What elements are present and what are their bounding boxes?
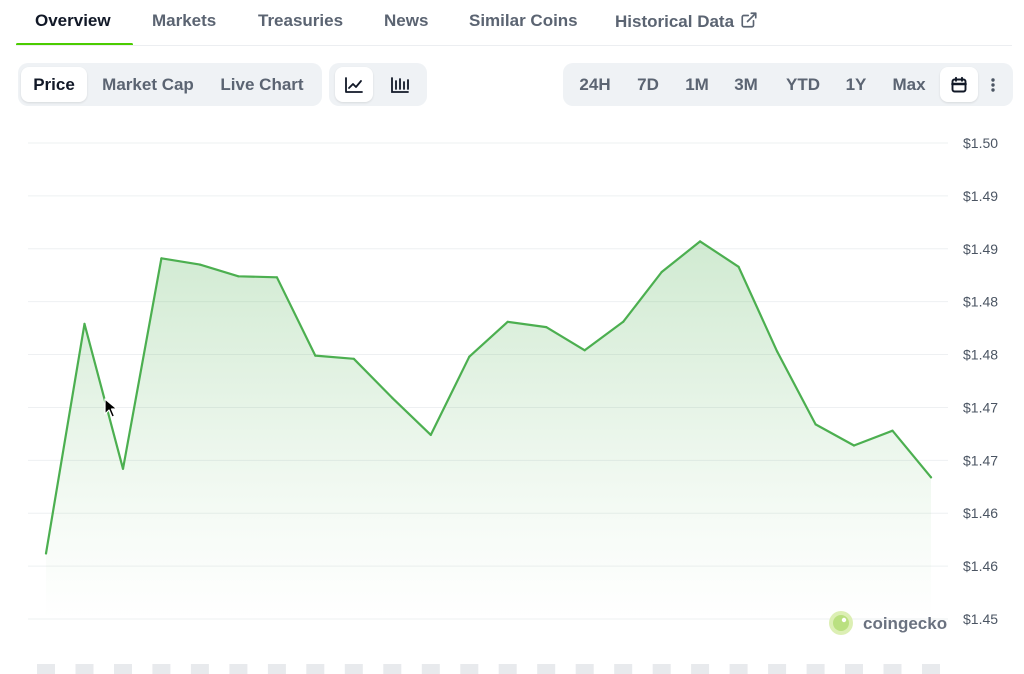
volume-bar <box>768 664 787 674</box>
volume-bar <box>460 664 479 674</box>
price-point <box>506 320 509 323</box>
tab-similar-coins[interactable]: Similar Coins <box>469 11 578 31</box>
volume-bar <box>614 664 633 674</box>
line-chart-icon <box>345 76 363 93</box>
price-point <box>622 320 625 323</box>
volume-bar <box>421 664 440 674</box>
price-point <box>429 433 432 436</box>
volume-bar <box>152 664 171 674</box>
price-point <box>275 276 278 279</box>
volume-bar <box>729 664 748 674</box>
price-point <box>891 429 894 432</box>
volume-bar <box>75 664 94 674</box>
range-1y-button[interactable]: 1Y <box>838 67 874 102</box>
price-mode-button[interactable]: Price <box>21 67 87 102</box>
y-tick-label: $1.49 <box>963 241 998 257</box>
y-tick-label: $1.46 <box>963 558 998 574</box>
volume-bar <box>498 664 517 674</box>
y-tick-label: $1.48 <box>963 294 998 310</box>
volume-bar <box>883 664 902 674</box>
price-area-fill <box>46 241 931 619</box>
range-24h-button[interactable]: 24H <box>569 67 621 102</box>
y-tick-label: $1.50 <box>963 135 998 151</box>
price-point <box>44 552 48 555</box>
date-range-button[interactable] <box>940 67 978 102</box>
candlestick-chart-button[interactable] <box>381 67 419 102</box>
volume-bars <box>37 664 940 674</box>
price-point <box>468 355 471 358</box>
price-point <box>776 350 779 353</box>
volume-bar <box>306 664 325 674</box>
price-point <box>852 444 856 447</box>
price-point <box>660 270 663 274</box>
y-axis-labels: $1.50 $1.49 $1.49 $1.48 $1.48 $1.47 $1.47 $1.46… <box>963 135 998 627</box>
volume-bar <box>114 664 132 674</box>
volume-bar <box>845 664 863 674</box>
volume-bar <box>267 664 286 674</box>
price-point <box>314 354 317 357</box>
volume-bar <box>806 664 825 674</box>
y-tick-label: $1.45 <box>963 611 998 627</box>
range-max-button[interactable]: Max <box>881 67 937 102</box>
y-tick-label: $1.46 <box>963 505 998 521</box>
chart-mode-toggle: Price Market Cap Live Chart <box>18 63 322 106</box>
volume-bar <box>383 664 402 674</box>
price-point <box>198 263 201 266</box>
tab-divider <box>16 45 1012 46</box>
tab-overview[interactable]: Overview <box>35 11 111 31</box>
price-point <box>583 349 586 352</box>
tab-news[interactable]: News <box>384 11 428 31</box>
y-tick-label: $1.49 <box>963 188 998 204</box>
candlestick-chart-icon <box>391 76 409 93</box>
price-point <box>121 467 125 470</box>
coingecko-logo-eye <box>841 617 847 623</box>
calendar-icon <box>951 76 967 92</box>
volume-bar <box>537 664 556 674</box>
coingecko-watermark: coingecko <box>829 611 947 635</box>
volume-bar <box>922 664 940 674</box>
y-tick-label: $1.48 <box>963 347 998 363</box>
price-point <box>814 423 817 426</box>
tab-markets[interactable]: Markets <box>152 11 216 31</box>
price-point <box>737 265 740 268</box>
tab-bar: Overview Markets Treasuries News Similar… <box>0 0 1024 46</box>
tab-historical-data-label: Historical Data <box>615 12 735 31</box>
volume-bar <box>691 664 710 674</box>
more-vertical-icon <box>991 77 995 92</box>
range-ytd-button[interactable]: YTD <box>776 67 830 102</box>
mouse-cursor-icon <box>104 398 118 418</box>
volume-bar <box>190 664 209 674</box>
price-point <box>391 396 394 399</box>
price-point <box>237 275 240 278</box>
volume-bar <box>575 664 594 674</box>
volume-bar <box>37 664 55 674</box>
volume-bar <box>229 664 248 674</box>
live-chart-button[interactable]: Live Chart <box>212 67 312 102</box>
price-point <box>83 322 86 325</box>
tab-historical-data[interactable]: Historical Data <box>615 11 758 32</box>
range-1m-button[interactable]: 1M <box>675 67 719 102</box>
time-range-toggle: 24H 7D 1M 3M YTD 1Y Max <box>563 63 1013 106</box>
price-point <box>160 257 163 260</box>
chart-style-toggle <box>329 63 427 106</box>
price-point <box>699 240 702 243</box>
market-cap-mode-button[interactable]: Market Cap <box>93 67 203 102</box>
line-chart-button[interactable] <box>335 67 373 102</box>
price-point <box>545 326 548 329</box>
coingecko-wordmark: coingecko <box>863 614 947 633</box>
price-point <box>929 476 933 479</box>
range-3m-button[interactable]: 3M <box>724 67 768 102</box>
range-7d-button[interactable]: 7D <box>625 67 671 102</box>
coingecko-logo-inner <box>833 615 849 631</box>
tab-treasuries[interactable]: Treasuries <box>258 11 343 31</box>
volume-bar <box>652 664 671 674</box>
y-tick-label: $1.47 <box>963 399 998 415</box>
volume-bar <box>344 664 363 674</box>
price-chart[interactable]: $1.50 $1.49 $1.49 $1.48 $1.48 $1.47 $1.47 $1.46… <box>0 118 1024 674</box>
y-tick-label: $1.47 <box>963 452 998 468</box>
more-options-button[interactable] <box>977 67 1009 102</box>
external-link-icon <box>741 12 757 28</box>
price-point <box>352 357 355 360</box>
